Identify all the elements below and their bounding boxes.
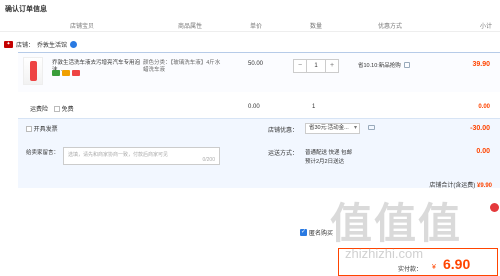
shop-total: 店铺合计(含运费) ¥9.90 — [429, 180, 492, 189]
tmall-icon: ✦ — [4, 41, 13, 48]
coupon-label: 店铺优惠： — [268, 128, 299, 134]
coupon-info-icon[interactable] — [368, 125, 375, 130]
quantity-input[interactable]: 1 — [307, 59, 325, 73]
delivery-method: 普通配送 快递 包邮 — [305, 150, 353, 156]
badge-icon — [72, 70, 80, 76]
coupon-select[interactable]: 省30元:活动金... — [305, 123, 360, 134]
promo-info-icon[interactable] — [403, 62, 410, 68]
delivery-price: 0.00 — [476, 148, 490, 155]
shop-name[interactable]: 乔敦生活馆 — [37, 40, 67, 49]
invoice-label: 开具发票 — [33, 127, 58, 133]
product-sku: 颜色分类：【玻璃洗车液】4斤水蜡洗车液 — [143, 60, 221, 73]
minus-button[interactable]: − — [293, 59, 307, 73]
unit-price: 50.00 — [248, 61, 264, 67]
wangwang-icon[interactable] — [70, 41, 78, 48]
col-shop-item: 店铺宝贝 — [70, 24, 95, 30]
page-title: 确认订单信息 — [5, 6, 47, 13]
quantity-stepper: − 1 + — [293, 59, 339, 73]
insurance-checkbox[interactable] — [54, 106, 60, 113]
col-discount: 优惠方式 — [378, 24, 403, 30]
message-label: 给卖家留言： — [26, 150, 60, 156]
message-input[interactable]: 选填，请先和商家协商一致，付款后商家可见 0/200 — [63, 147, 220, 165]
shop-row: ✦ 店铺： 乔敦生活馆 — [4, 40, 78, 49]
invoice-option: 开具发票 — [26, 124, 58, 133]
product-badges — [52, 70, 80, 76]
promo-info: 省10.10:新品抢购 — [358, 61, 410, 69]
col-subtotal: 小计 — [480, 24, 493, 30]
promo-text: 省10.10:新品抢购 — [358, 63, 401, 69]
anonymous-purchase: ✓ 匿名购买 — [300, 228, 333, 237]
product-thumbnail[interactable] — [23, 57, 43, 85]
insurance-price: 0.00 — [248, 104, 260, 110]
delivery-label: 运送方式： — [268, 151, 299, 157]
coupon-amount: -30.00 — [470, 125, 490, 132]
anonymous-label: 匿名购买 — [309, 231, 334, 237]
watermark-url: zhizhizhi.com — [345, 246, 424, 261]
message-count: 0/200 — [202, 157, 215, 163]
plus-button[interactable]: + — [325, 59, 339, 73]
payment-currency: ¥ — [432, 264, 436, 271]
payment-amount: 6.90 — [443, 256, 471, 272]
shop-label: 店铺： — [16, 43, 35, 49]
col-unit-price: 单价 — [250, 24, 263, 30]
insurance-subtotal: 0.00 — [478, 104, 490, 110]
payment-label: 实付款： — [398, 267, 423, 273]
table-header: 店铺宝贝 商品属性 单价 数量 优惠方式 小计 — [0, 18, 500, 32]
watermark-logo: 值值值 — [330, 200, 463, 247]
insurance-option-label: 免费 — [61, 107, 74, 113]
insurance-qty: 1 — [312, 104, 316, 110]
col-attributes: 商品属性 — [178, 24, 203, 30]
shop-total-label: 店铺合计(含运费) — [429, 183, 476, 189]
insurance-option: 免费 — [54, 104, 74, 113]
badge-icon — [62, 70, 70, 76]
anonymous-checkbox[interactable]: ✓ — [300, 229, 307, 236]
col-quantity: 数量 — [310, 24, 323, 30]
delivery-eta: 预计2月2日送达 — [305, 159, 345, 165]
item-subtotal: 39.90 — [472, 61, 490, 68]
watermark-badge-icon — [490, 203, 499, 212]
insurance-label: 运费险 — [30, 107, 49, 113]
invoice-checkbox[interactable] — [26, 126, 32, 133]
badge-icon — [52, 70, 60, 76]
message-placeholder: 选填，请先和商家协商一致，付款后商家可见 — [68, 152, 169, 158]
shop-total-amount: ¥9.90 — [476, 183, 492, 189]
